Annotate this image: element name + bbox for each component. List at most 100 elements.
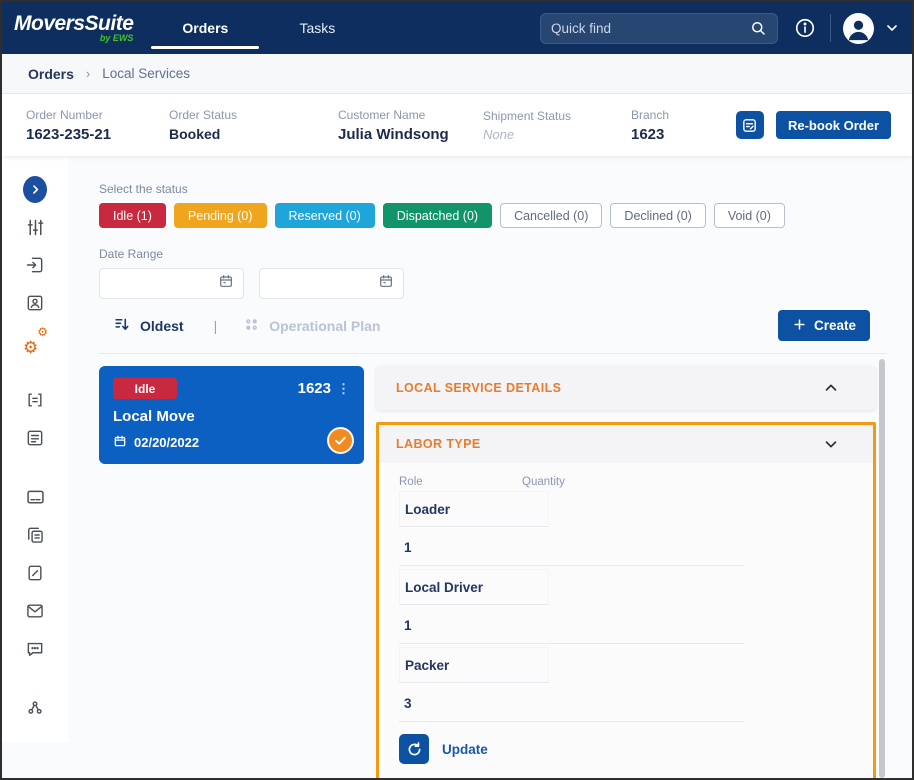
section-divider <box>99 353 887 354</box>
local-service-details-header[interactable]: LOCAL SERVICE DETAILS <box>376 366 876 410</box>
create-button[interactable]: Create <box>778 310 870 341</box>
date-range-inputs <box>99 268 887 299</box>
chevron-down-icon[interactable] <box>822 435 840 453</box>
sidebar-item-copy-icon[interactable] <box>23 524 47 546</box>
date-range-label: Date Range <box>99 247 887 261</box>
status-chip-row: Idle (1) Pending (0) Reserved (0) Dispat… <box>99 203 887 228</box>
date-to-input[interactable] <box>259 268 404 299</box>
vertical-scrollbar[interactable] <box>879 359 885 778</box>
order-number-field: Order Number 1623-235-21 <box>26 108 169 143</box>
sidebar-item-account-box-icon[interactable] <box>23 292 47 314</box>
role-input-2[interactable]: Local Driver <box>399 569 549 605</box>
sidebar-item-local-services-gears-icon[interactable]: ⚙⚙ <box>23 330 47 352</box>
calendar-icon <box>113 434 127 451</box>
quantity-input-3[interactable]: 3 <box>399 686 744 722</box>
date-from-input[interactable] <box>99 268 244 299</box>
breadcrumb-orders[interactable]: Orders <box>28 66 74 82</box>
quick-find-search[interactable] <box>540 13 778 44</box>
status-chip-cancelled[interactable]: Cancelled (0) <box>500 203 602 228</box>
service-card[interactable]: Idle 1623 ⋮ Local Move 02/20/2022 <box>99 366 364 464</box>
select-status-label: Select the status <box>99 182 887 196</box>
sidebar-item-hub-icon[interactable] <box>23 697 47 719</box>
sort-descending-icon <box>113 315 132 337</box>
sidebar-item-notes-icon[interactable] <box>23 389 47 411</box>
branch-label: Branch <box>631 108 669 122</box>
customer-name-value: Julia Windsong <box>338 126 483 143</box>
status-chip-reserved[interactable]: Reserved (0) <box>275 203 375 228</box>
order-number-value: 1623-235-21 <box>26 126 169 143</box>
breadcrumb: Orders › Local Services <box>2 54 912 94</box>
sidebar-item-mail-icon[interactable] <box>23 600 47 622</box>
operational-plan-button[interactable]: Operational Plan <box>243 316 380 336</box>
labor-type-header[interactable]: LABOR TYPE <box>379 425 873 463</box>
role-input-1[interactable]: Loader <box>399 491 549 527</box>
sort-oldest-button[interactable]: Oldest <box>113 315 184 337</box>
card-branch-number: 1623 <box>298 380 331 397</box>
order-number-label: Order Number <box>26 108 169 122</box>
labor-type-panel: LABOR TYPE Role Quantity Loader 1 <box>376 422 876 780</box>
gears-icon: ⚙⚙ <box>24 330 46 352</box>
tab-orders[interactable]: Orders <box>149 2 261 54</box>
sidebar-item-clipboard-edit-icon[interactable] <box>23 562 47 584</box>
detail-panels: LOCAL SERVICE DETAILS LABOR TYPE <box>376 366 876 780</box>
update-button-label[interactable]: Update <box>442 742 488 757</box>
results-row: Idle 1623 ⋮ Local Move 02/20/2022 <box>99 366 887 780</box>
shipment-status-field: Shipment Status None <box>483 109 631 142</box>
customer-name-field: Customer Name Julia Windsong <box>338 108 483 143</box>
order-header-bar: Order Number 1623-235-21 Order Status Bo… <box>2 94 912 156</box>
tab-tasks-label: Tasks <box>299 20 335 36</box>
card-status-badge: Idle <box>113 378 177 399</box>
role-input-3[interactable]: Packer <box>399 647 549 683</box>
card-date-value: 02/20/2022 <box>134 435 199 450</box>
toolbar-row: Oldest | Operational Plan Create <box>99 310 887 341</box>
plus-icon <box>792 317 807 335</box>
card-selected-check-icon[interactable] <box>327 427 354 454</box>
user-avatar[interactable] <box>843 13 874 44</box>
service-card-top: Idle 1623 ⋮ <box>113 378 350 399</box>
local-service-details-title: LOCAL SERVICE DETAILS <box>396 381 561 395</box>
tab-orders-label: Orders <box>182 20 228 36</box>
customer-name-label: Customer Name <box>338 108 483 122</box>
sidebar-expand-button[interactable] <box>23 178 47 200</box>
left-sidebar: ⚙⚙ <box>2 156 68 742</box>
topbar-divider <box>830 14 831 42</box>
shipment-status-label: Shipment Status <box>483 109 631 123</box>
labor-column-headers: Role Quantity <box>399 476 873 488</box>
status-chip-pending[interactable]: Pending (0) <box>174 203 267 228</box>
sidebar-item-chat-icon[interactable] <box>23 638 47 660</box>
calendar-icon[interactable] <box>378 273 394 294</box>
sidebar-item-dispatch-tune-icon[interactable] <box>23 216 47 238</box>
quantity-input-1[interactable]: 1 <box>399 530 744 566</box>
rebook-order-button[interactable]: Re-book Order <box>776 111 891 139</box>
search-input[interactable] <box>551 21 749 36</box>
status-chip-dispatched[interactable]: Dispatched (0) <box>383 203 492 228</box>
card-kebab-menu-icon[interactable]: ⋮ <box>337 384 350 394</box>
tab-tasks[interactable]: Tasks <box>261 2 373 54</box>
main-panel: Select the status Idle (1) Pending (0) R… <box>68 156 912 780</box>
main-tabs: Orders Tasks <box>149 2 373 54</box>
card-date-row: 02/20/2022 <box>113 434 350 451</box>
search-icon[interactable] <box>749 19 767 37</box>
order-notes-button[interactable] <box>736 111 764 139</box>
top-navbar: MoversSuite by EWS Orders Tasks <box>2 2 912 54</box>
sidebar-item-card-lines-icon[interactable] <box>23 486 47 508</box>
account-menu-chevron-icon[interactable] <box>884 20 900 36</box>
breadcrumb-local-services: Local Services <box>102 66 190 81</box>
chevron-right-icon <box>23 176 47 203</box>
status-chip-void[interactable]: Void (0) <box>714 203 785 228</box>
quantity-input-2[interactable]: 1 <box>399 608 744 644</box>
calendar-icon[interactable] <box>218 273 234 294</box>
labor-type-title: LABOR TYPE <box>396 437 481 451</box>
status-chip-idle[interactable]: Idle (1) <box>99 203 166 228</box>
update-refresh-button[interactable] <box>399 734 429 764</box>
chevron-up-icon[interactable] <box>822 379 840 397</box>
app-logo[interactable]: MoversSuite by EWS <box>14 13 133 43</box>
update-row: Update <box>399 734 873 764</box>
sidebar-item-exit-box-icon[interactable] <box>23 254 47 276</box>
sidebar-item-article-icon[interactable] <box>23 427 47 449</box>
status-chip-declined[interactable]: Declined (0) <box>610 203 705 228</box>
branch-value: 1623 <box>631 126 669 143</box>
info-icon[interactable] <box>794 17 816 39</box>
brand-subtitle: by EWS <box>100 33 134 43</box>
order-status-label: Order Status <box>169 108 338 122</box>
